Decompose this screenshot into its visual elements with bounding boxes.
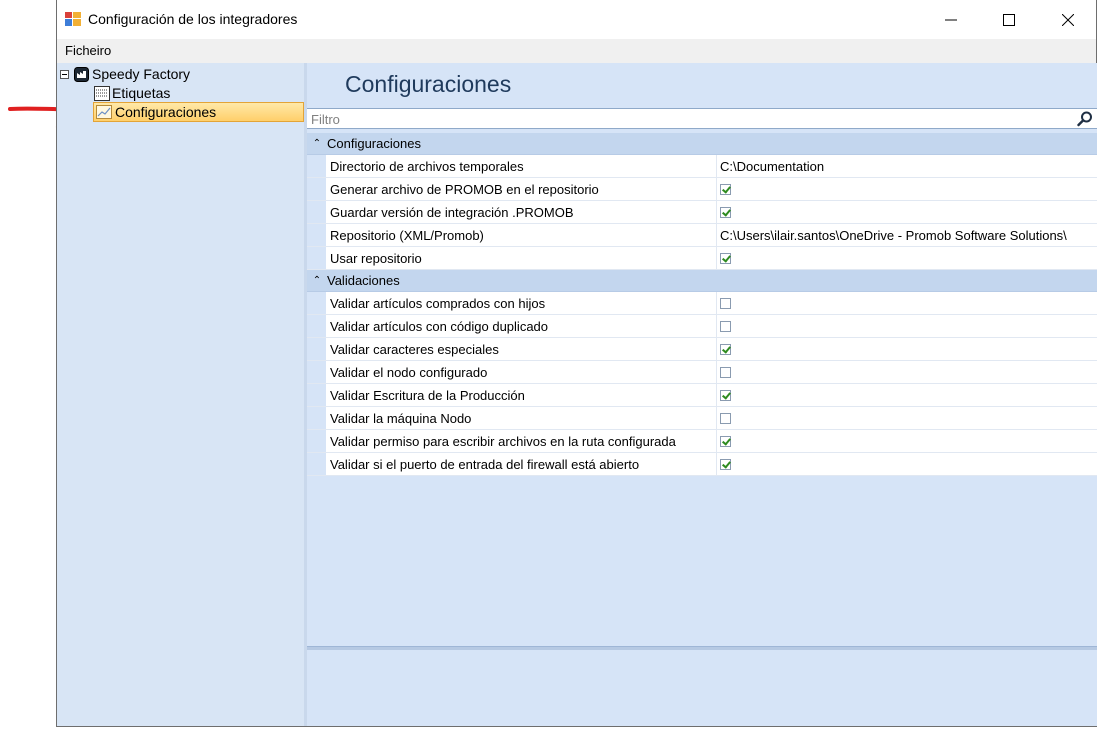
property-panel: Configuraciones ⌃ConfiguracionesDirector…: [307, 63, 1097, 726]
tree-node-configuraciones[interactable]: Configuraciones: [93, 102, 304, 122]
row-gutter: [307, 201, 326, 223]
app-window: Configuración de los integradores Fichei…: [56, 0, 1097, 727]
property-row[interactable]: Repositorio (XML/Promob) C:\Users\ilair.s…: [307, 224, 1097, 247]
close-button[interactable]: [1039, 0, 1097, 39]
property-name: Validar Escritura de la Producción: [326, 384, 717, 406]
property-value-cell: [717, 315, 1097, 337]
property-value-cell: [717, 453, 1097, 475]
property-value-cell: [717, 178, 1097, 200]
property-value-cell: [717, 292, 1097, 314]
property-row[interactable]: Validar el nodo configurado: [307, 361, 1097, 384]
tree-node-etiquetas[interactable]: Etiquetas: [94, 84, 170, 102]
checkbox[interactable]: [720, 252, 731, 264]
property-value-cell: [717, 247, 1097, 269]
minimize-button[interactable]: [922, 0, 980, 39]
property-value-cell: [717, 338, 1097, 360]
property-name: Usar repositorio: [326, 247, 717, 269]
property-row[interactable]: Validar la máquina Nodo: [307, 407, 1097, 430]
property-name: Validar si el puerto de entrada del fire…: [326, 453, 717, 475]
row-gutter: [307, 247, 326, 269]
row-gutter: [307, 155, 326, 177]
property-name: Validar permiso para escribir archivos e…: [326, 430, 717, 452]
minimize-icon: [945, 19, 957, 20]
row-gutter: [307, 361, 326, 383]
property-name: Generar archivo de PROMOB en el reposito…: [326, 178, 717, 200]
checkbox[interactable]: [720, 435, 731, 447]
row-gutter: [307, 430, 326, 452]
filter-bar: [307, 108, 1097, 129]
checkbox[interactable]: [720, 458, 731, 470]
property-row[interactable]: Validar permiso para escribir archivos e…: [307, 430, 1097, 453]
row-gutter: [307, 384, 326, 406]
property-row[interactable]: Usar repositorio: [307, 247, 1097, 270]
row-gutter: [307, 315, 326, 337]
property-row[interactable]: Validar artículos con código duplicado: [307, 315, 1097, 338]
checkbox[interactable]: [720, 343, 731, 355]
checkbox[interactable]: [720, 320, 731, 332]
close-icon: [1062, 13, 1074, 26]
factory-icon: [74, 66, 89, 82]
category-label: Validaciones: [327, 273, 400, 288]
category-header[interactable]: ⌃ Configuraciones: [307, 133, 1097, 155]
checkbox[interactable]: [720, 183, 731, 195]
label-sheet-icon: [94, 85, 110, 101]
property-row[interactable]: Generar archivo de PROMOB en el reposito…: [307, 178, 1097, 201]
property-value-cell: [717, 201, 1097, 223]
row-gutter: [307, 407, 326, 429]
maximize-button[interactable]: [980, 0, 1038, 39]
checkbox[interactable]: [720, 389, 731, 401]
row-gutter: [307, 453, 326, 475]
navigation-tree: Speedy Factory Etiquetas Configuraciones: [57, 63, 304, 726]
property-value-cell: [717, 384, 1097, 406]
property-row[interactable]: Validar artículos comprados con hijos: [307, 292, 1097, 315]
checkbox[interactable]: [720, 366, 731, 378]
property-name: Validar caracteres especiales: [326, 338, 717, 360]
checkbox[interactable]: [720, 206, 731, 218]
row-gutter: [307, 178, 326, 200]
property-row[interactable]: Validar caracteres especiales: [307, 338, 1097, 361]
property-name: Guardar versión de integración .PROMOB: [326, 201, 717, 223]
property-name: Validar el nodo configurado: [326, 361, 717, 383]
property-value[interactable]: C:\Documentation: [717, 155, 1097, 177]
property-value-cell: [717, 407, 1097, 429]
property-name: Validar artículos con código duplicado: [326, 315, 717, 337]
collapse-chevron-icon[interactable]: ⌃: [307, 138, 327, 149]
window-title: Configuración de los integradores: [88, 11, 298, 27]
property-value[interactable]: C:\Users\ilair.santos\OneDrive - Promob …: [717, 224, 1097, 246]
tree-item-label: Etiquetas: [112, 85, 171, 101]
description-panel: [307, 650, 1097, 726]
row-gutter: [307, 292, 326, 314]
collapse-chevron-icon[interactable]: ⌃: [307, 275, 327, 286]
collapse-icon[interactable]: [60, 69, 69, 79]
menu-ficheiro[interactable]: Ficheiro: [65, 43, 111, 58]
property-grid: ⌃ Configuraciones Directorio de archivos t…: [307, 133, 1097, 476]
property-row[interactable]: Directorio de archivos temporales C:\Docu…: [307, 155, 1097, 178]
property-row[interactable]: Guardar versión de integración .PROMOB: [307, 201, 1097, 224]
maximize-icon: [1003, 13, 1015, 26]
menu-bar: Ficheiro: [57, 39, 1096, 63]
property-name: Validar artículos comprados con hijos: [326, 292, 717, 314]
row-gutter: [307, 338, 326, 360]
property-value-cell: [717, 361, 1097, 383]
app-icon: [65, 12, 81, 26]
chart-settings-icon: [96, 105, 112, 119]
property-value-cell: [717, 430, 1097, 452]
property-name: Validar la máquina Nodo: [326, 407, 717, 429]
tree-item-label: Configuraciones: [115, 104, 217, 120]
title-bar: Configuración de los integradores: [57, 0, 1096, 39]
property-name: Repositorio (XML/Promob): [326, 224, 717, 246]
checkbox[interactable]: [720, 412, 731, 424]
property-name: Directorio de archivos temporales: [326, 155, 717, 177]
category-header[interactable]: ⌃ Validaciones: [307, 270, 1097, 292]
filter-input[interactable]: [311, 111, 1051, 127]
tree-node-speedy-factory[interactable]: Speedy Factory: [60, 65, 190, 83]
row-gutter: [307, 224, 326, 246]
search-icon[interactable]: [1077, 111, 1093, 127]
page-title: Configuraciones: [345, 71, 512, 97]
tree-root-label: Speedy Factory: [92, 66, 191, 82]
property-row[interactable]: Validar Escritura de la Producción: [307, 384, 1097, 407]
checkbox[interactable]: [720, 297, 731, 309]
property-row[interactable]: Validar si el puerto de entrada del fire…: [307, 453, 1097, 476]
category-label: Configuraciones: [327, 136, 421, 151]
